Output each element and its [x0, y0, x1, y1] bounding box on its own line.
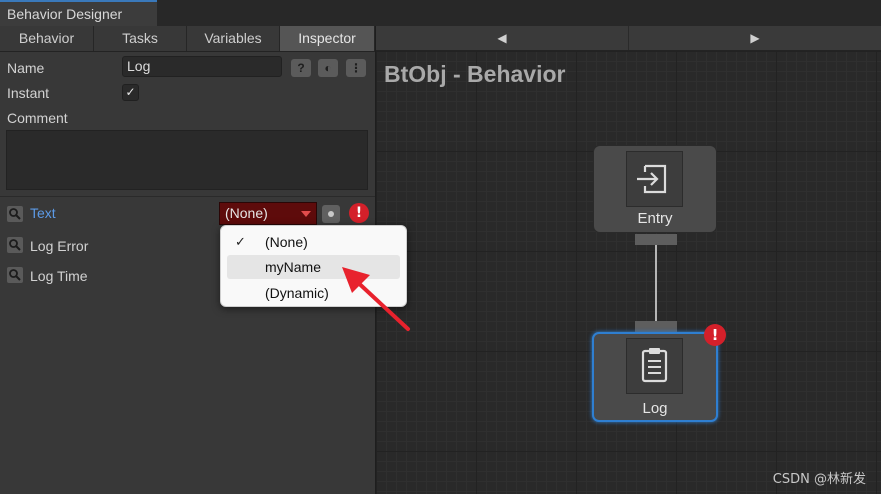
menu-item-label: (Dynamic) — [265, 285, 329, 301]
nav-next-button[interactable]: ▶ — [628, 26, 881, 50]
entry-node-label: Entry — [637, 210, 673, 227]
comment-label: Comment — [7, 110, 68, 126]
magnifier-icon[interactable] — [7, 206, 23, 222]
graph-title: BtObj - Behavior — [384, 61, 566, 87]
field-label-log-error: Log Error — [30, 238, 89, 254]
variable-dropdown-value: (None) — [225, 205, 268, 221]
window-tab[interactable]: Behavior Designer — [0, 0, 157, 26]
graph-nav-bar: ◀ ▶ — [375, 26, 881, 51]
magnifier-icon[interactable] — [7, 267, 23, 283]
dropdown-arrow-icon — [301, 211, 311, 217]
menu-item-label: myName — [265, 259, 322, 275]
watermark: CSDN @林新发 — [772, 472, 866, 487]
menu-item-none[interactable]: ✓ (None) — [227, 230, 400, 254]
node-error-icon: ! — [704, 324, 726, 346]
instant-checkbox[interactable]: ✓ — [122, 84, 139, 101]
comment-textarea[interactable] — [6, 130, 368, 190]
entry-output-port[interactable] — [635, 234, 677, 245]
annotation-arrow-icon — [342, 267, 410, 331]
tabstrip-background — [157, 0, 881, 26]
name-label: Name — [7, 60, 45, 76]
instant-label: Instant — [7, 85, 50, 101]
tab-behavior[interactable]: Behavior — [0, 26, 94, 51]
graph-node-log[interactable]: Log — [592, 332, 718, 422]
log-input-port[interactable] — [635, 321, 677, 332]
variable-dropdown[interactable]: (None) — [219, 202, 317, 225]
panel-tabs: Behavior Tasks Variables Inspector — [0, 26, 375, 52]
connection-line[interactable] — [655, 245, 657, 321]
tab-inspector[interactable]: Inspector — [280, 26, 375, 51]
nav-prev-button[interactable]: ◀ — [375, 26, 628, 50]
help-button[interactable]: ? — [291, 59, 311, 77]
name-input[interactable]: Log — [122, 56, 282, 77]
graph-canvas[interactable]: BtObj - Behavior Entry Log ! — [376, 51, 881, 494]
entry-icon — [626, 151, 683, 207]
graph-node-entry[interactable]: Entry — [593, 145, 717, 233]
variable-toggle-button[interactable] — [322, 205, 340, 223]
tab-tasks[interactable]: Tasks — [94, 26, 187, 51]
magnifier-icon[interactable] — [7, 237, 23, 253]
menu-item-label: (None) — [265, 234, 308, 250]
field-label-text: Text — [30, 205, 56, 221]
clipboard-icon — [626, 338, 683, 394]
field-label-log-time: Log Time — [30, 268, 88, 284]
checkmark-icon: ✓ — [235, 234, 246, 249]
log-node-label: Log — [642, 400, 668, 417]
toggle-button[interactable]: ◐ — [318, 59, 338, 77]
tab-variables[interactable]: Variables — [187, 26, 280, 51]
section-separator — [0, 196, 375, 197]
error-icon: ! — [349, 203, 369, 223]
more-options-button[interactable]: ⋮ — [346, 59, 366, 77]
